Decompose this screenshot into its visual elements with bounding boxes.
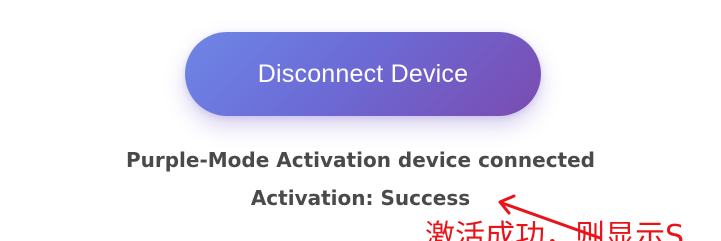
device-connected-status: Purple-Mode Activation device connected bbox=[125, 148, 595, 172]
disconnect-device-button[interactable]: Disconnect Device bbox=[185, 32, 541, 116]
device-panel: Disconnect Device Purple-Mode Activation… bbox=[0, 0, 721, 241]
activation-status: Activation: Success bbox=[250, 186, 471, 210]
annotation-note: 激活成功，则显示S bbox=[425, 219, 685, 241]
